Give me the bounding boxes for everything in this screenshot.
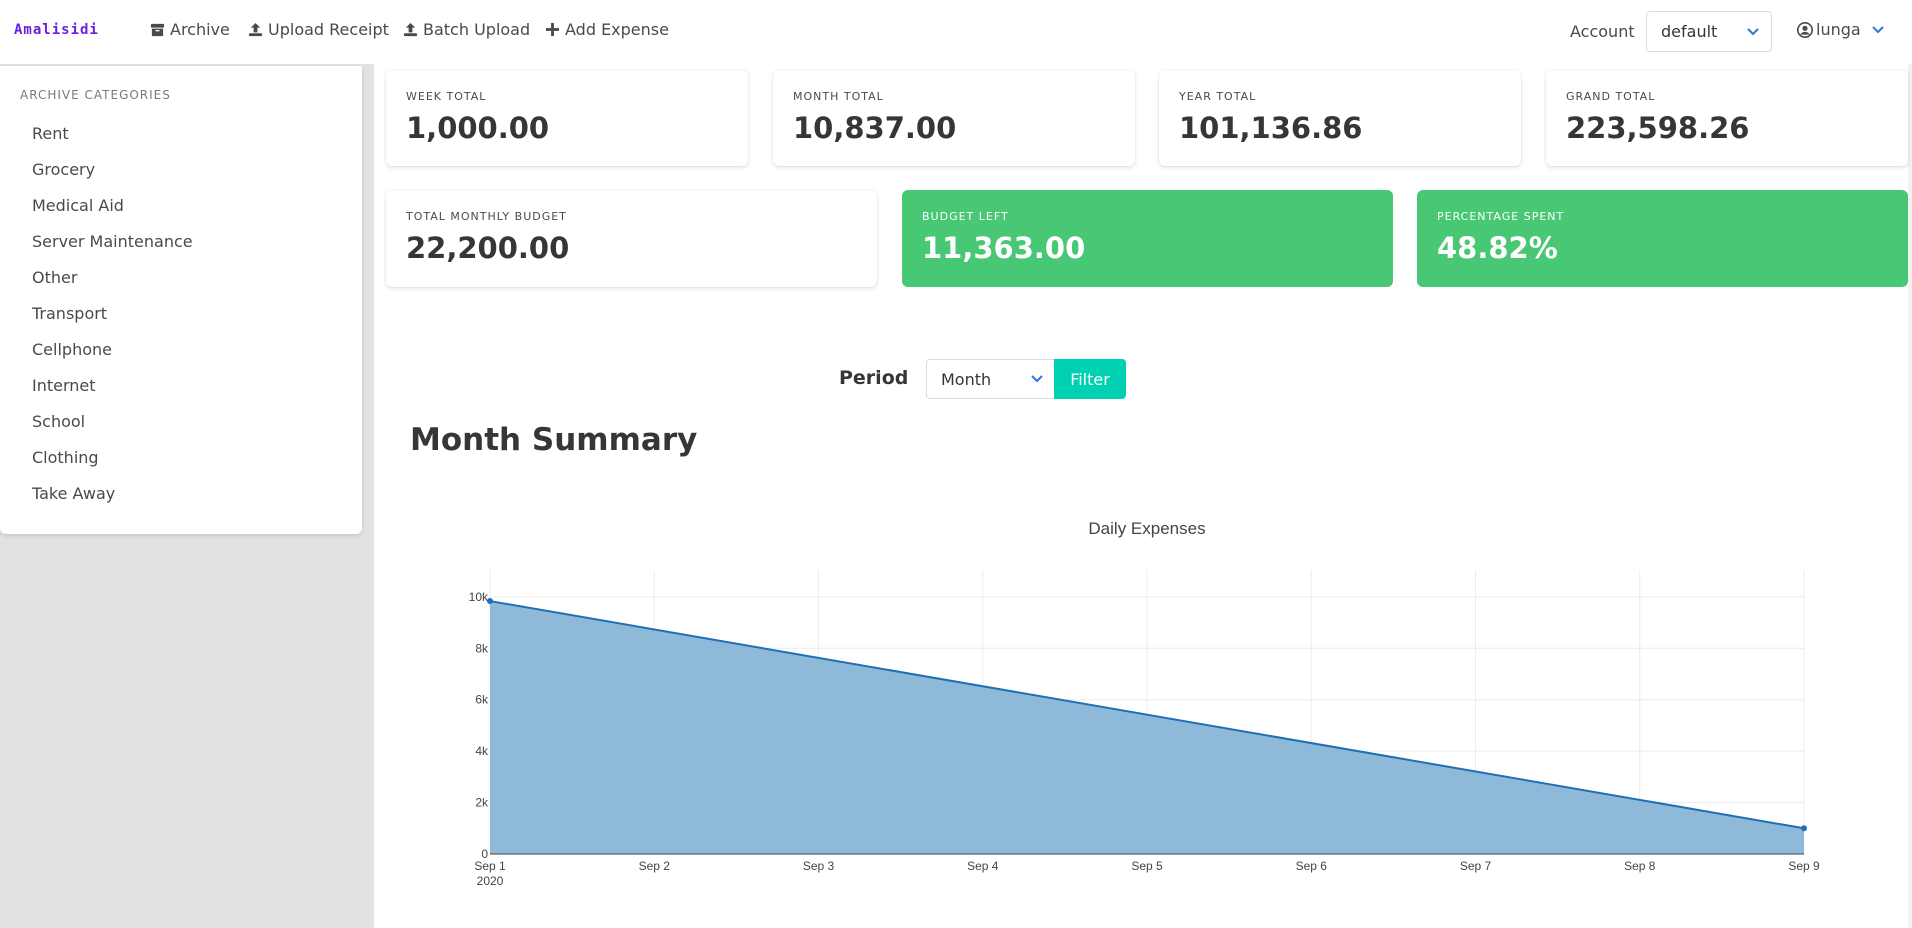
sidebar-item-other[interactable]: Other xyxy=(20,260,342,296)
chevron-down-icon xyxy=(1747,27,1759,35)
grand-total-card: GRAND TOTAL 223,598.26 xyxy=(1546,70,1908,166)
x-tick-label: Sep 7 xyxy=(1460,859,1492,873)
week-total-label: WEEK TOTAL xyxy=(406,90,487,103)
sidebar-item-clothing[interactable]: Clothing xyxy=(20,440,342,476)
account-select-value: default xyxy=(1661,22,1718,41)
chart-title: Daily Expenses xyxy=(1088,519,1205,538)
budget-left-label: BUDGET LEFT xyxy=(922,210,1009,223)
percentage-spent-card: PERCENTAGE SPENT 48.82% xyxy=(1417,190,1908,287)
year-total-label: YEAR TOTAL xyxy=(1179,90,1257,103)
nav-batch-upload-label: Batch Upload xyxy=(423,20,531,39)
x-tick-label: Sep 4 xyxy=(967,859,999,873)
percentage-spent-value: 48.82% xyxy=(1437,231,1558,265)
budget-left-card: BUDGET LEFT 11,363.00 xyxy=(902,190,1393,287)
y-tick-label: 0 xyxy=(481,847,488,861)
y-tick-label: 2k xyxy=(475,796,489,810)
user-circle-icon xyxy=(1797,21,1813,38)
period-select[interactable]: Month xyxy=(926,359,1056,399)
monthly-budget-card: TOTAL MONTHLY BUDGET 22,200.00 xyxy=(386,190,877,287)
sidebar-item-cellphone[interactable]: Cellphone xyxy=(20,332,342,368)
category-list: Rent Grocery Medical Aid Server Maintena… xyxy=(20,116,342,512)
sidebar-item-take-away[interactable]: Take Away xyxy=(20,476,342,512)
x-tick-label: Sep 9 xyxy=(1788,859,1820,873)
archive-icon xyxy=(150,23,165,37)
percentage-spent-label: PERCENTAGE SPENT xyxy=(1437,210,1565,223)
plus-icon xyxy=(545,22,560,37)
x-tick-label: Sep 3 xyxy=(803,859,835,873)
sidebar-item-rent[interactable]: Rent xyxy=(20,116,342,152)
x-tick-label: Sep 5 xyxy=(1131,859,1163,873)
chart-svg: Daily Expenses Sep 1 Sep 2 Sep 3 Sep 4 Sep 5 S… xyxy=(469,519,1820,888)
user-name: lunga xyxy=(1816,20,1861,39)
sidebar-item-transport[interactable]: Transport xyxy=(20,296,342,332)
month-total-label: MONTH TOTAL xyxy=(793,90,884,103)
nav-upload-receipt-label: Upload Receipt xyxy=(268,20,389,39)
year-total-card: YEAR TOTAL 101,136.86 xyxy=(1159,70,1521,166)
filter-button[interactable]: Filter xyxy=(1054,359,1126,399)
sidebar: ARCHIVE CATEGORIES Rent Grocery Medical … xyxy=(0,66,362,534)
year-total-value: 101,136.86 xyxy=(1179,111,1363,145)
user-menu[interactable]: lunga xyxy=(1797,20,1884,39)
account-label: Account xyxy=(1570,22,1635,41)
nav-upload-receipt[interactable]: Upload Receipt xyxy=(248,20,389,39)
data-point xyxy=(487,598,493,605)
nav-batch-upload[interactable]: Batch Upload xyxy=(403,20,530,39)
account-select[interactable]: default xyxy=(1646,11,1772,52)
upload-icon xyxy=(248,22,263,37)
x-tick-label: Sep 6 xyxy=(1296,859,1328,873)
nav-add-expense-label: Add Expense xyxy=(565,20,669,39)
upload-icon xyxy=(403,22,418,37)
grand-total-label: GRAND TOTAL xyxy=(1566,90,1656,103)
sidebar-item-server-maintenance[interactable]: Server Maintenance xyxy=(20,224,342,260)
brand-logo[interactable]: Amalisidi xyxy=(14,22,99,38)
chevron-down-icon xyxy=(1031,375,1043,383)
period-label: Period xyxy=(839,367,909,389)
y-tick-label: 4k xyxy=(475,744,489,758)
x-tick-label: Sep 1 xyxy=(474,859,506,873)
monthly-budget-label: TOTAL MONTHLY BUDGET xyxy=(406,210,567,223)
sidebar-item-medical-aid[interactable]: Medical Aid xyxy=(20,188,342,224)
month-total-value: 10,837.00 xyxy=(793,111,957,145)
y-tick-label: 10k xyxy=(469,590,489,604)
budget-left-value: 11,363.00 xyxy=(922,231,1086,265)
x-tick-label: Sep 8 xyxy=(1624,859,1656,873)
nav-archive-label: Archive xyxy=(170,20,230,39)
sidebar-heading: ARCHIVE CATEGORIES xyxy=(20,88,171,102)
top-navbar: Amalisidi Archive Upload Receipt Batch U… xyxy=(0,0,1912,64)
x-tick-label: Sep 2 xyxy=(639,859,671,873)
summary-title: Month Summary xyxy=(410,422,698,458)
period-select-value: Month xyxy=(941,369,992,389)
month-total-card: MONTH TOTAL 10,837.00 xyxy=(773,70,1135,166)
week-total-card: WEEK TOTAL 1,000.00 xyxy=(386,70,748,166)
daily-expenses-chart[interactable]: Daily Expenses Sep 1 Sep 2 Sep 3 Sep 4 Sep 5 S… xyxy=(420,504,1840,904)
grand-total-value: 223,598.26 xyxy=(1566,111,1750,145)
sidebar-item-internet[interactable]: Internet xyxy=(20,368,342,404)
y-tick-label: 6k xyxy=(475,693,489,707)
scrollbar[interactable] xyxy=(1908,64,1912,928)
sidebar-item-grocery[interactable]: Grocery xyxy=(20,152,342,188)
y-tick-label: 8k xyxy=(475,641,489,655)
x-year-label: 2020 xyxy=(477,874,504,888)
week-total-value: 1,000.00 xyxy=(406,111,550,145)
chevron-down-icon xyxy=(1871,25,1884,33)
monthly-budget-value: 22,200.00 xyxy=(406,231,570,265)
data-point xyxy=(1801,825,1807,832)
sidebar-item-school[interactable]: School xyxy=(20,404,342,440)
nav-add-expense[interactable]: Add Expense xyxy=(545,20,669,39)
nav-archive[interactable]: Archive xyxy=(150,20,230,39)
